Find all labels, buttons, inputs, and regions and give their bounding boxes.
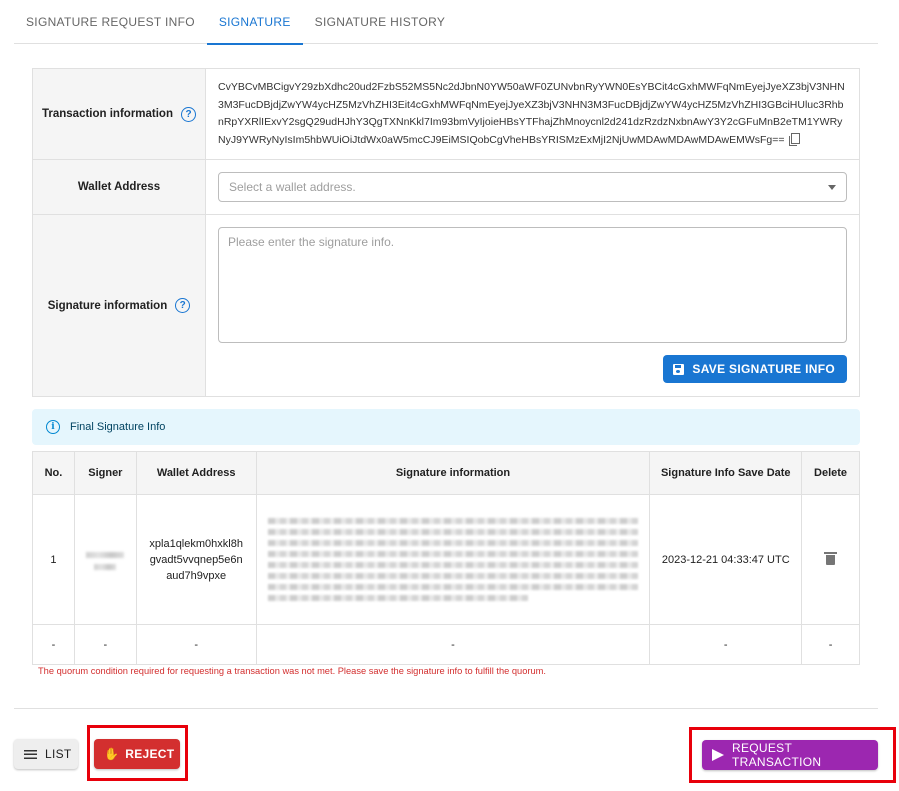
list-button[interactable]: LIST	[14, 739, 78, 769]
floppy-disk-icon	[673, 363, 685, 375]
wallet-address-placeholder: Select a wallet address.	[229, 180, 356, 194]
signature-information-cell	[255, 494, 651, 625]
signer-cell	[73, 494, 137, 625]
request-transaction-label: REQUEST TRANSACTION	[732, 741, 822, 769]
table-header-row: No. Signer Wallet Address Signature info…	[32, 451, 860, 495]
row-number: 1	[32, 494, 75, 625]
column-header-delete: Delete	[801, 451, 860, 495]
request-transaction-button[interactable]: REQUEST TRANSACTION	[702, 740, 878, 770]
column-header-signer: Signer	[73, 451, 137, 495]
transaction-info-label: Transaction information	[42, 108, 173, 120]
column-header-signature-information: Signature information	[255, 451, 651, 495]
signature-information-redacted	[267, 518, 638, 601]
empty-cell: -	[135, 624, 257, 665]
chevron-down-icon	[828, 184, 836, 190]
column-header-save-date: Signature Info Save Date	[649, 451, 803, 495]
transaction-info-value: CvYBCvMBCigvY29zbXdhc20ud2FzbS52MS5Nc2dJ…	[218, 81, 845, 146]
hand-icon: ✋	[104, 747, 120, 761]
final-signature-info-alert: i Final Signature Info	[32, 409, 860, 445]
save-signature-info-button[interactable]: SAVE SIGNATURE INFO	[663, 355, 847, 383]
tab-signature-request-info[interactable]: SIGNATURE REQUEST INFO	[14, 0, 207, 44]
save-date-cell: 2023-12-21 04:33:47 UTC	[649, 494, 803, 625]
wallet-address-select[interactable]: Select a wallet address.	[218, 172, 847, 202]
save-signature-info-label: SAVE SIGNATURE INFO	[692, 362, 835, 376]
tab-signature[interactable]: SIGNATURE	[206, 0, 303, 45]
transaction-info-value-cell: CvYBCvMBCigvY29zbXdhc20ud2FzbS52MS5Nc2dJ…	[206, 69, 859, 159]
empty-cell: -	[32, 624, 75, 665]
transaction-info-label-cell: Transaction information ?	[33, 69, 206, 159]
signature-info-row: Signature information ? Please enter the…	[33, 215, 859, 396]
signature-info-value-cell: Please enter the signature info. SAVE SI…	[206, 215, 859, 396]
list-button-label: LIST	[45, 747, 72, 761]
reject-button-label: REJECT	[125, 747, 175, 761]
list-icon	[24, 749, 37, 759]
empty-cell: -	[255, 624, 651, 665]
tab-bar: SIGNATURE REQUEST INFO SIGNATURE SIGNATU…	[14, 0, 878, 45]
reject-button[interactable]: ✋ REJECT	[94, 739, 180, 769]
send-icon	[712, 749, 724, 761]
delete-cell	[801, 494, 860, 625]
wallet-address-label-cell: Wallet Address	[33, 160, 206, 214]
empty-cell: -	[649, 624, 803, 665]
signature-info-label-cell: Signature information ?	[33, 215, 206, 396]
table-row-empty: - - - - - -	[32, 624, 860, 665]
empty-cell: -	[801, 624, 860, 665]
column-header-no: No.	[32, 451, 75, 495]
quorum-warning-text: The quorum condition required for reques…	[38, 666, 546, 676]
help-icon[interactable]: ?	[181, 106, 196, 122]
wallet-address-value-cell: Select a wallet address.	[206, 160, 859, 214]
wallet-address-cell: xpla1qlekm0hxkl8hgvadt5vvqnep5e6naud7h9v…	[135, 494, 257, 625]
final-signature-info-text: Final Signature Info	[70, 421, 166, 433]
divider	[14, 708, 878, 709]
help-icon[interactable]: ?	[175, 298, 191, 313]
signature-info-textarea[interactable]: Please enter the signature info.	[218, 227, 847, 343]
table-row: 1 xpla1qlekm0hxkl8hgvadt5vvqnep5e6naud7h…	[32, 494, 860, 625]
trash-icon[interactable]	[824, 551, 838, 565]
empty-cell: -	[73, 624, 137, 665]
column-header-wallet-address: Wallet Address	[135, 451, 257, 495]
transaction-info-text: CvYBCvMBCigvY29zbXdhc20ud2FzbS52MS5Nc2dJ…	[218, 69, 847, 159]
transaction-info-row: Transaction information ? CvYBCvMBCigvY2…	[33, 69, 859, 160]
tab-signature-history[interactable]: SIGNATURE HISTORY	[303, 0, 457, 44]
signature-info-label: Signature information	[47, 299, 168, 312]
info-icon: i	[46, 420, 60, 434]
copy-icon[interactable]	[788, 132, 800, 146]
wallet-address-value: xpla1qlekm0hxkl8hgvadt5vvqnep5e6naud7h9v…	[149, 537, 243, 582]
signer-name-redacted	[86, 552, 125, 570]
wallet-address-row: Wallet Address Select a wallet address.	[33, 160, 859, 215]
signature-info-placeholder: Please enter the signature info.	[228, 235, 395, 249]
signature-table: No. Signer Wallet Address Signature info…	[32, 451, 860, 665]
wallet-address-label: Wallet Address	[77, 181, 161, 193]
signature-form: Transaction information ? CvYBCvMBCigvY2…	[32, 68, 860, 397]
